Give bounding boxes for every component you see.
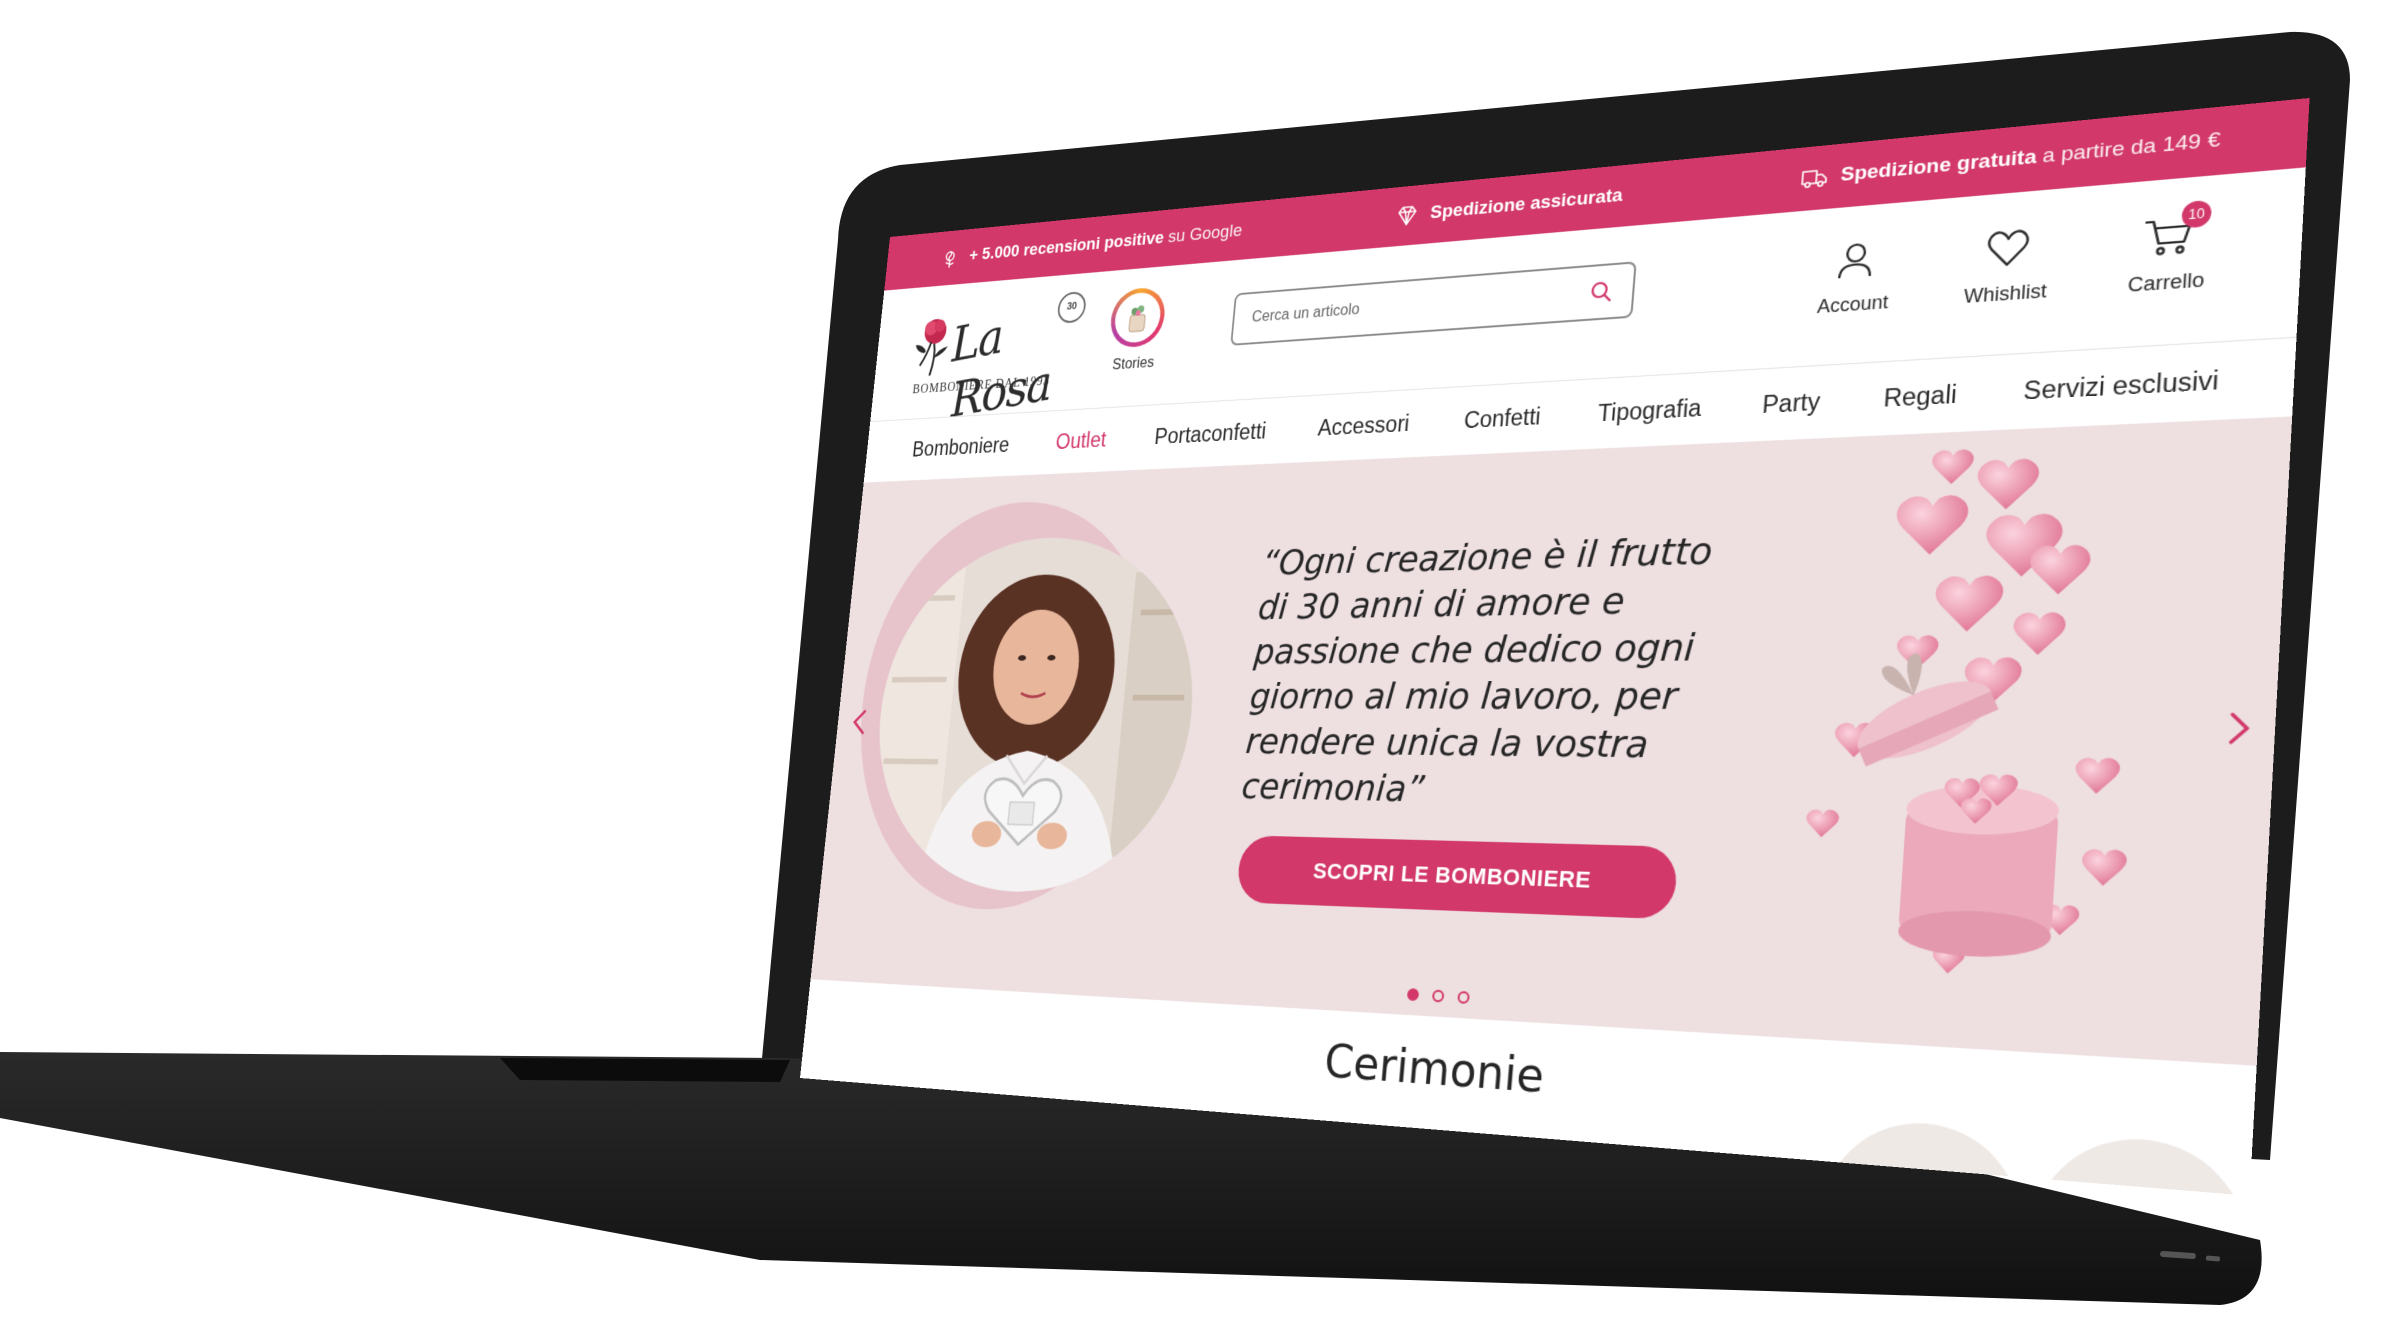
nav-item-bomboniere[interactable]: Bomboniere <box>911 433 1010 462</box>
nav-item-accessori[interactable]: Accessori <box>1317 411 1411 442</box>
carousel-dot-3[interactable] <box>1457 990 1470 1005</box>
reviews-bold-text: + 5.000 recensioni positive <box>968 228 1165 265</box>
hero-carousel: “Ogni creazione è il frutto di 30 anni d… <box>810 416 2293 1066</box>
carousel-dot-2[interactable] <box>1431 989 1445 1003</box>
nav-item-outlet[interactable]: Outlet <box>1055 427 1108 454</box>
nav-item-party[interactable]: Party <box>1761 388 1821 419</box>
discover-bomboniere-button[interactable]: SCOPRI LE BOMBONIERE <box>1235 835 1679 920</box>
rose-icon <box>939 246 961 271</box>
stories-button[interactable]: Stories <box>1093 285 1178 391</box>
favor-jar-icon <box>1118 305 1157 338</box>
carousel-prev-button[interactable] <box>841 695 877 749</box>
chevron-left-icon <box>841 695 877 749</box>
stories-ring <box>1108 286 1168 349</box>
header-actions: Account Whishlist 10 Carrello <box>1800 199 2229 319</box>
nav-item-confetti[interactable]: Confetti <box>1463 403 1542 434</box>
site-logo[interactable]: La Rosa 30 BOMBONIERE DAL 1993 <box>908 290 1088 428</box>
diamond-icon <box>1394 202 1420 229</box>
account-label: Account <box>1816 291 1889 318</box>
reviews-rest-text: su Google <box>1167 220 1244 247</box>
search-box <box>1230 261 1637 346</box>
wishlist-label: Whishlist <box>1963 279 2048 308</box>
chevron-right-icon <box>2212 693 2267 763</box>
wishlist-button[interactable]: Whishlist <box>1949 220 2065 309</box>
user-icon <box>1830 235 1881 285</box>
carousel-dot-1[interactable] <box>1406 988 1420 1002</box>
hero-quote: “Ogni creazione è il frutto di 30 anni d… <box>1239 530 1715 811</box>
logo-script-text: La Rosa <box>950 308 1051 429</box>
heart-icon <box>1981 223 2035 274</box>
promo-shipping-insured: Spedizione assicurata <box>1394 183 1624 229</box>
hearts-gift-box-illustration <box>1848 651 2061 960</box>
shipping-insured-text: Spedizione assicurata <box>1429 184 1624 224</box>
truck-icon <box>1799 164 1829 193</box>
free-shipping-bold-text: Spedizione gratuita <box>1839 145 2038 187</box>
laptop-mockup: + 5.000 recensioni positive su Google Sp… <box>0 0 2400 1341</box>
carousel-next-button[interactable] <box>2212 693 2267 763</box>
cart-button[interactable]: 10 Carrello <box>2107 199 2229 298</box>
nav-item-regali[interactable]: Regali <box>1883 380 1958 413</box>
cart-label: Carrello <box>2127 268 2206 297</box>
cart-count-badge: 10 <box>2181 199 2213 229</box>
search-input[interactable] <box>1249 282 1590 328</box>
stories-label: Stories <box>1111 354 1155 374</box>
nav-item-tipografia[interactable]: Tipografia <box>1597 394 1703 427</box>
account-button[interactable]: Account <box>1800 233 1910 319</box>
website-screen: + 5.000 recensioni positive su Google Sp… <box>799 97 2310 1196</box>
free-shipping-rest-text: a partire da 149 € <box>2041 128 2222 168</box>
search-icon[interactable] <box>1587 278 1615 306</box>
nav-item-portaconfetti[interactable]: Portaconfetti <box>1153 418 1268 449</box>
nav-item-servizi-esclusivi[interactable]: Servizi esclusivi <box>2023 366 2220 406</box>
